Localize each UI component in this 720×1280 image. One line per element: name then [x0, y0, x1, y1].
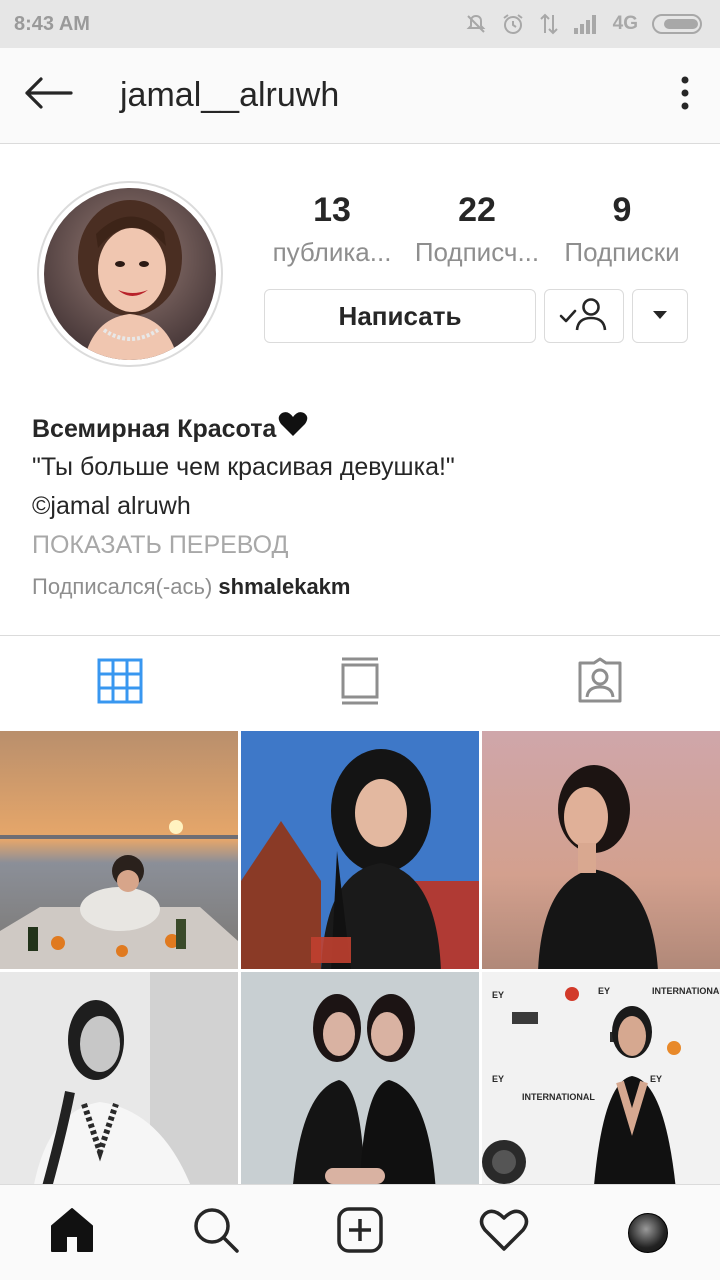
profile-bio: Всемирная Красота "Ты больше чем красива…: [32, 410, 692, 607]
stat-followers-count: 22: [458, 191, 496, 229]
svg-text:INTERNATIONAL: INTERNATIONAL: [652, 986, 720, 996]
profile-header: jamal__alruwh: [0, 48, 720, 144]
svg-text:INTERNATIONAL: INTERNATIONAL: [522, 1092, 595, 1102]
stat-followers-label: Подписч...: [414, 237, 540, 267]
nav-activity[interactable]: [464, 1193, 544, 1273]
bio-name: Всемирная Красота: [32, 415, 277, 443]
nav-home[interactable]: [32, 1193, 112, 1273]
followed-by-prefix: Подписался(-ась): [32, 574, 213, 599]
show-translation-link[interactable]: ПОКАЗАТЬ ПЕРЕВОД: [32, 526, 692, 565]
grid-photo[interactable]: [482, 731, 720, 969]
nav-add-post[interactable]: [320, 1193, 400, 1273]
network-type: 4G: [612, 13, 638, 34]
arrow-left-icon: [23, 76, 73, 115]
bio-name-row: Всемирная Красота: [32, 410, 692, 448]
grid-photo[interactable]: [0, 972, 238, 1186]
nav-profile[interactable]: [608, 1193, 688, 1273]
bio-line-1: "Ты больше чем красивая девушка!": [32, 453, 455, 481]
tab-grid[interactable]: [0, 636, 240, 731]
nav-search[interactable]: [176, 1193, 256, 1273]
profile-avatar: [44, 188, 216, 360]
feed-icon: [340, 657, 380, 710]
stat-posts[interactable]: 13 публика...: [262, 188, 402, 272]
status-bar: 8:43 AM 4G: [0, 0, 720, 48]
stat-following[interactable]: 9 Подписки: [552, 188, 692, 272]
activity-heart-icon: [479, 1208, 529, 1257]
add-post-icon: [336, 1206, 384, 1259]
bio-line-2: ©jamal alruwh: [32, 492, 191, 520]
grid-photo[interactable]: [241, 972, 479, 1186]
followed-by[interactable]: Подписался(-ась) shmalekakm: [32, 567, 692, 607]
message-button[interactable]: Написать: [264, 289, 536, 343]
tagged-icon: [576, 657, 624, 710]
stat-followers[interactable]: 22 Подписч...: [407, 188, 547, 272]
stat-following-label: Подписки: [564, 237, 680, 267]
home-icon: [48, 1206, 96, 1259]
svg-text:EY: EY: [598, 986, 610, 996]
battery-icon: [652, 13, 706, 35]
following-button[interactable]: [544, 289, 624, 343]
svg-text:EY: EY: [492, 990, 504, 1000]
mute-icon: [465, 13, 487, 35]
header-username: jamal__alruwh: [120, 76, 340, 114]
stat-posts-count: 13: [313, 191, 351, 229]
search-icon: [192, 1206, 240, 1259]
status-icons: 4G: [465, 12, 706, 36]
alarm-icon: [501, 12, 525, 36]
status-time: 8:43 AM: [14, 12, 90, 35]
grid-icon: [97, 658, 143, 709]
back-button[interactable]: [0, 48, 96, 144]
svg-text:EY: EY: [650, 1074, 662, 1084]
more-options-button[interactable]: [650, 48, 720, 144]
stat-following-count: 9: [612, 191, 632, 229]
photo-grid: EYEYINTERNATIONAL EYINTERNATIONALEY EYmi…: [0, 731, 720, 1187]
profile-stats: 13 публика... 22 Подписч... 9 Подписки: [262, 188, 692, 272]
grid-photo[interactable]: [0, 731, 238, 969]
grid-photo[interactable]: EYEYINTERNATIONAL EYINTERNATIONALEY EYmi…: [482, 972, 720, 1186]
grid-photo[interactable]: [241, 731, 479, 969]
black-heart-icon: [278, 410, 308, 448]
bottom-navigation: [0, 1184, 720, 1280]
profile-tabs: [0, 635, 720, 731]
tab-tagged[interactable]: [480, 636, 720, 731]
user-check-icon: [559, 296, 609, 337]
data-transfer-icon: [539, 13, 559, 35]
caret-down-icon: [652, 307, 668, 325]
followed-by-user: shmalekakm: [218, 574, 351, 599]
signal-icon: [573, 13, 599, 35]
profile-avatar-ring[interactable]: [37, 181, 223, 367]
tab-feed[interactable]: [240, 636, 480, 731]
profile-avatar-icon: [628, 1212, 668, 1253]
suggestions-dropdown-button[interactable]: [632, 289, 688, 343]
stat-posts-label: публика...: [272, 237, 392, 267]
svg-text:EY: EY: [492, 1074, 504, 1084]
more-vertical-icon: [680, 76, 690, 115]
